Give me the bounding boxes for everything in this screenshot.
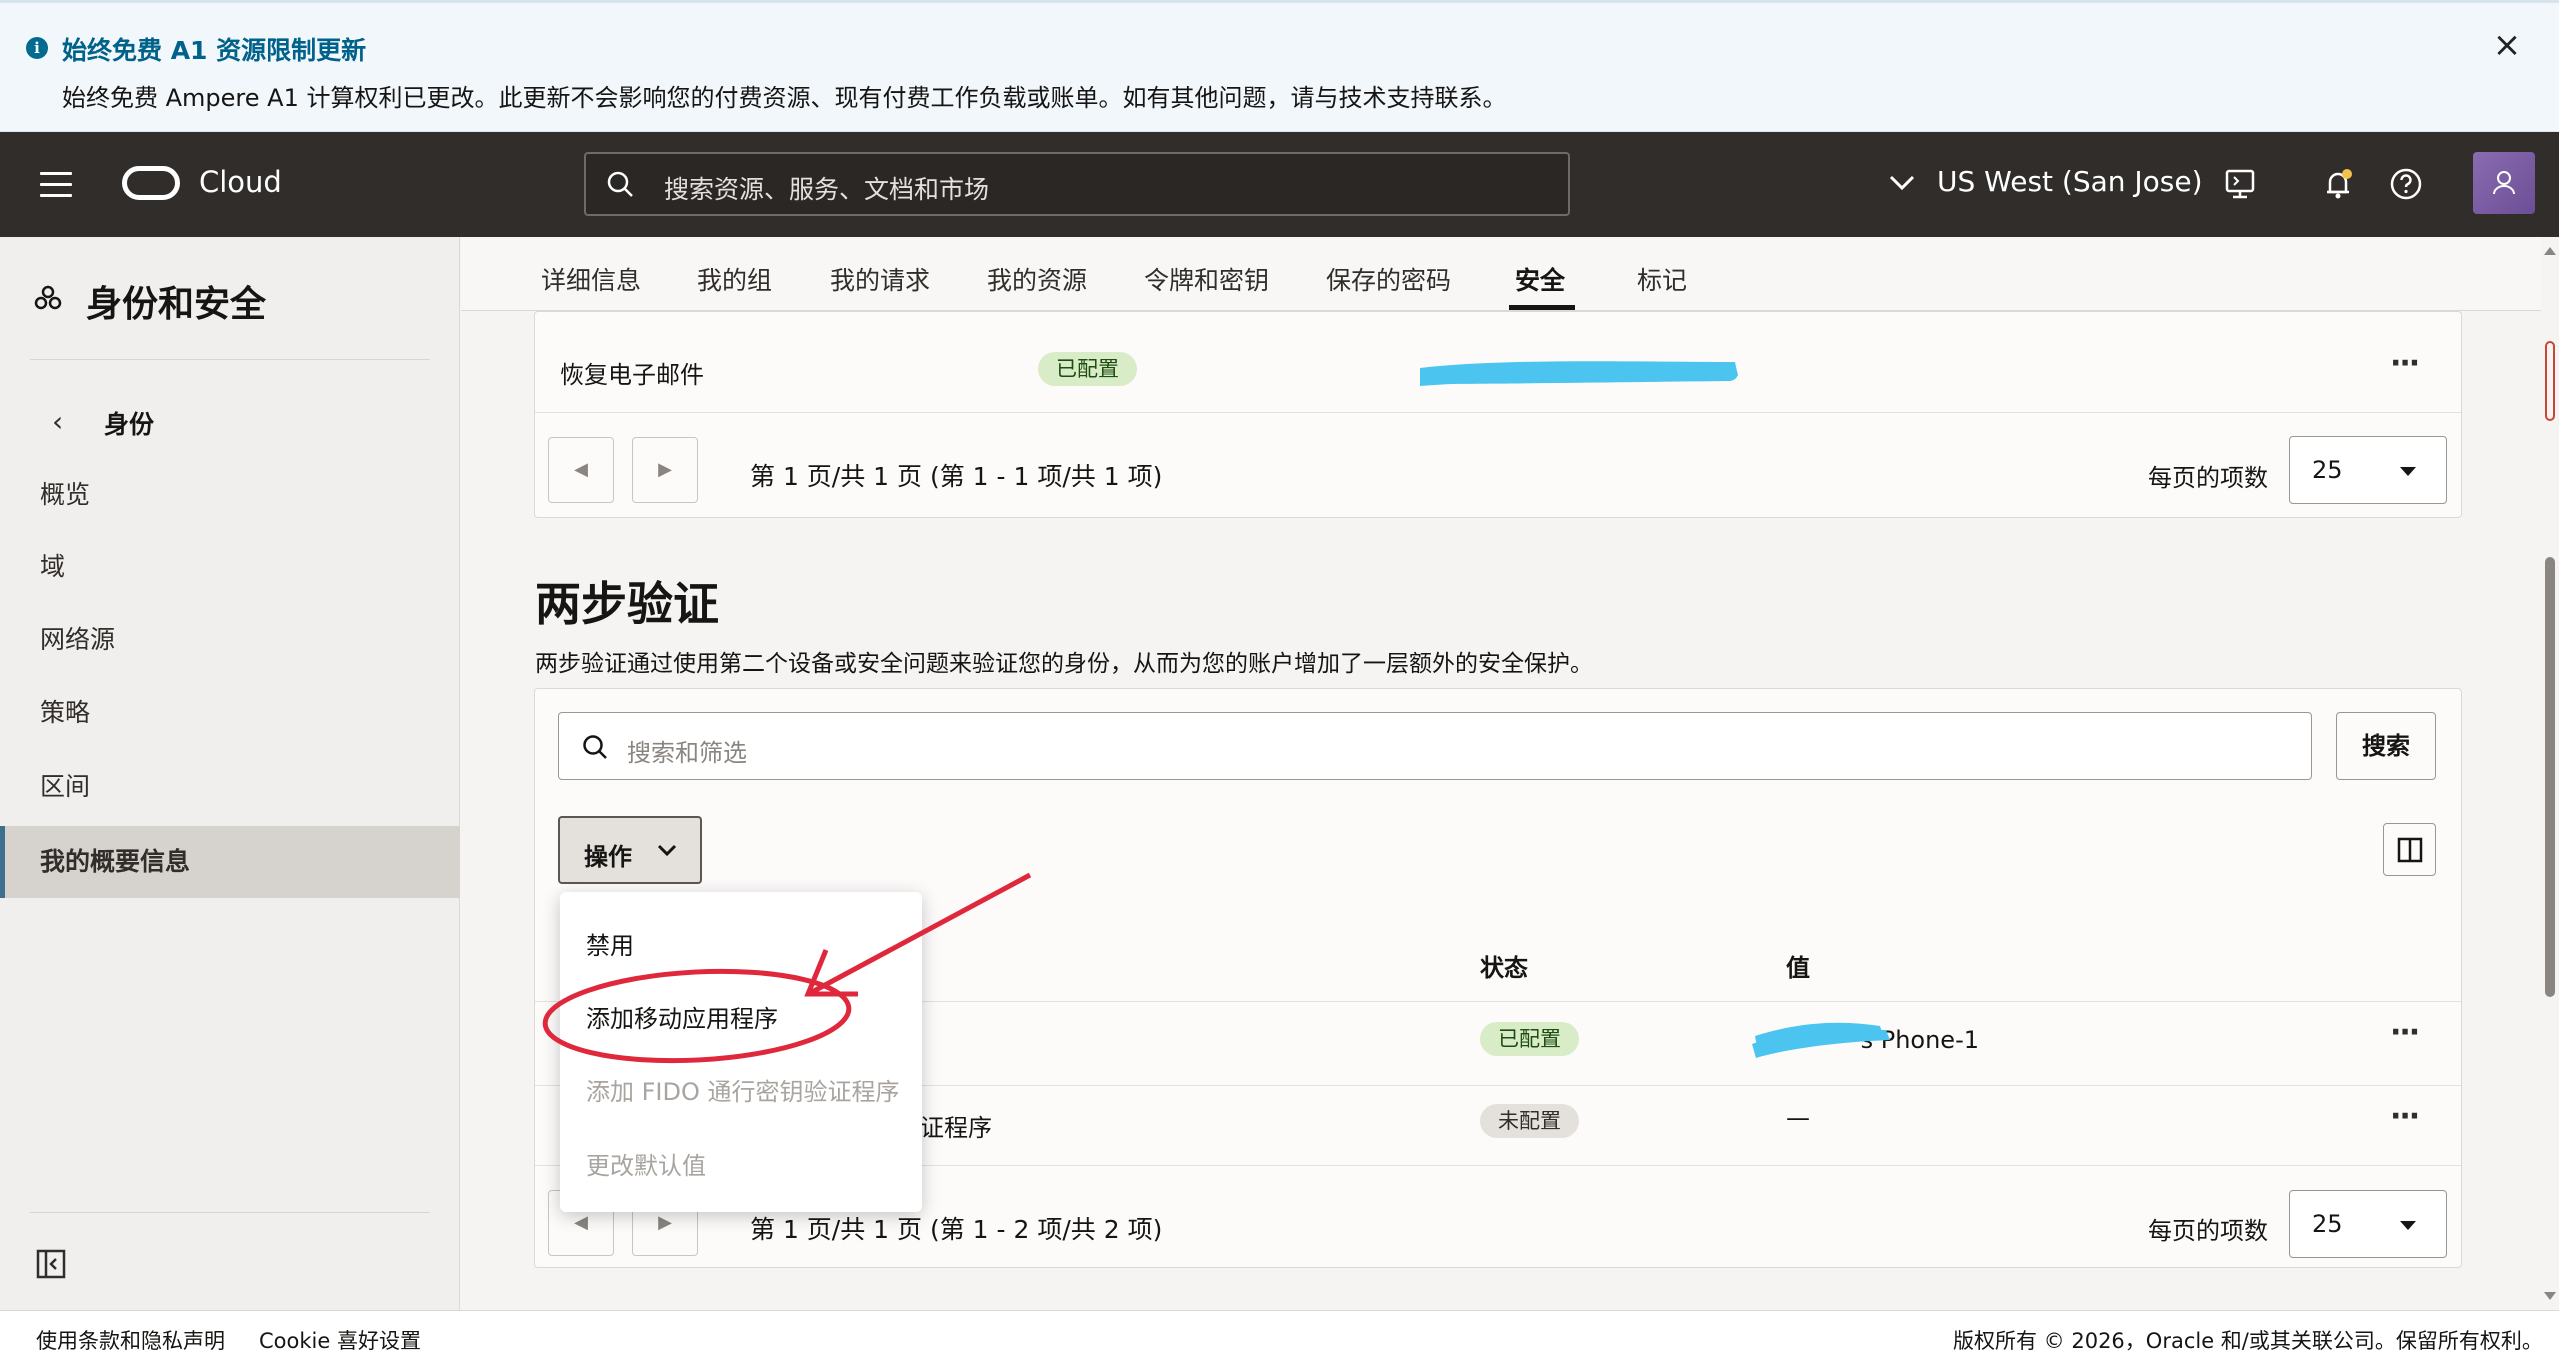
pagination-info: 第 1 页/共 1 页 (第 1 - 2 项/共 2 项) [750,1215,1163,1244]
next-page-button[interactable]: ▶ [632,437,698,503]
sidebar-item-domains[interactable]: 域 [0,531,460,603]
oracle-logo[interactable] [122,166,180,200]
sidebar-title: 身份和安全 [86,284,267,325]
more-actions-icon[interactable]: ··· [2390,346,2420,381]
announcement-banner: i 始终免费 A1 资源限制更新 始终免费 Ampere A1 计算权利已更改。… [0,0,2559,132]
dropdown-arrow-icon [2400,1221,2416,1230]
tab-my-requests[interactable]: 我的请求 [830,261,930,297]
search-button[interactable]: 搜索 [2336,712,2436,780]
section-title: 两步验证 [535,577,719,631]
menu-icon[interactable] [40,172,72,198]
scroll-marker [2545,341,2555,421]
profile-tabs: 详细信息 我的组 我的请求 我的资源 令牌和密钥 保存的密码 安全 标记 [461,237,2541,311]
close-icon[interactable]: × [2487,25,2527,65]
scroll-thumb[interactable] [2545,557,2555,997]
columns-icon [2397,837,2423,863]
row-value: — [1786,1104,1810,1132]
column-header-value[interactable]: 值 [1786,948,1810,983]
previous-page-button[interactable]: ◀ [548,437,614,503]
help-icon[interactable] [2388,166,2424,202]
banner-title: 始终免费 A1 资源限制更新 [62,36,367,65]
more-actions-icon[interactable]: ··· [2390,1015,2420,1050]
tab-my-groups[interactable]: 我的组 [697,261,772,297]
tab-details[interactable]: 详细信息 [541,261,641,297]
sidebar-item-compartments[interactable]: 区间 [0,751,460,823]
chevron-down-icon [657,844,677,857]
footer-cookie-link[interactable]: Cookie 喜好设置 [259,1325,421,1355]
dropdown-arrow-icon [2400,467,2416,476]
per-page-select[interactable]: 25 [2289,436,2447,504]
more-actions-icon[interactable]: ··· [2390,1099,2420,1134]
sidebar-parent-link[interactable]: 身份 [104,405,154,441]
sidebar-item-policies[interactable]: 策略 [0,677,460,749]
tab-security[interactable]: 安全 [1515,261,1565,297]
menu-item-add-fido: 添加 FIDO 通行密钥验证程序 [586,1078,900,1106]
sidebar-item-network-sources[interactable]: 网络源 [0,604,460,676]
pagination-info: 第 1 页/共 1 页 (第 1 - 1 项/共 1 项) [750,462,1163,491]
status-badge: 已配置 [1038,352,1137,386]
actions-menu: 禁用 添加移动应用程序 添加 FIDO 通行密钥验证程序 更改默认值 [560,892,922,1212]
tab-my-resources[interactable]: 我的资源 [987,261,1087,297]
per-page-select[interactable]: 25 [2289,1190,2447,1258]
status-badge: 未配置 [1480,1104,1579,1138]
scroll-up-arrow[interactable] [2544,247,2556,255]
search-placeholder: 搜索和筛选 [627,739,747,767]
section-description: 两步验证通过使用第二个设备或安全问题来验证您的身份，从而为您的账户增加了一层额外… [535,651,1593,677]
actions-button[interactable]: 操作 [558,816,702,884]
menu-item-add-mobile-app[interactable]: 添加移动应用程序 [586,999,778,1034]
global-search-input[interactable]: 搜索资源、服务、文档和市场 [584,152,1570,216]
chevron-down-icon[interactable] [1888,172,1916,192]
sidebar-divider [30,359,430,360]
brand-name[interactable]: Cloud [199,165,282,199]
row-value: 's Phone-1 [1854,1026,1980,1054]
sidebar-item-my-profile[interactable]: 我的概要信息 [0,826,460,898]
chevron-left-icon[interactable]: ‹ [52,405,63,438]
per-page-value: 25 [2312,456,2343,484]
bell-icon[interactable] [2320,166,2356,202]
recovery-row-label: 恢复电子邮件 [560,361,704,389]
banner-message: 始终免费 Ampere A1 计算权利已更改。此更新不会影响您的付费资源、现有付… [62,84,1507,112]
column-header-status[interactable]: 状态 [1480,948,1528,983]
status-badge: 已配置 [1480,1022,1579,1056]
collapse-sidebar-icon[interactable] [36,1249,66,1279]
footer-copyright: 版权所有 © 2026，Oracle 和/或其关联公司。保留所有权利。 [1953,1329,2543,1353]
active-tab-indicator [1509,305,1575,310]
menu-item-disable[interactable]: 禁用 [586,926,634,961]
search-icon [607,171,633,197]
footer: 使用条款和隐私声明 Cookie 喜好设置 版权所有 © 2026，Oracle… [0,1310,2559,1362]
per-page-label: 每页的项数 [2148,1217,2268,1245]
row-divider [535,412,2461,413]
footer-terms-link[interactable]: 使用条款和隐私声明 [36,1325,225,1355]
info-icon: i [26,37,48,59]
search-placeholder: 搜索资源、服务、文档和市场 [664,175,990,204]
cloud-shell-icon[interactable] [2222,166,2258,202]
page-scrollbar[interactable] [2541,237,2559,1310]
tab-tokens-keys[interactable]: 令牌和密钥 [1144,261,1269,297]
per-page-value: 25 [2312,1210,2343,1238]
tab-tags[interactable]: 标记 [1637,261,1687,297]
tab-saved-passwords[interactable]: 保存的密码 [1326,261,1451,297]
actions-label: 操作 [584,843,632,871]
search-icon [583,735,607,759]
avatar[interactable] [2473,152,2535,214]
per-page-label: 每页的项数 [2148,464,2268,492]
sidebar: 身份和安全 ‹ 身份 概览 域 网络源 策略 区间 我的概要信息 [0,237,460,1310]
row-name: 证程序 [920,1114,992,1142]
menu-item-change-default: 更改默认值 [586,1152,706,1180]
identity-icon [34,285,62,310]
sidebar-item-overview[interactable]: 概览 [0,459,460,531]
scroll-down-arrow[interactable] [2544,1292,2556,1300]
search-filter-input[interactable]: 搜索和筛选 [558,712,2312,780]
columns-button[interactable] [2383,823,2436,876]
top-header: Cloud 搜索资源、服务、文档和市场 US West (San Jose) [0,132,2559,237]
sidebar-divider [30,1212,430,1213]
region-selector[interactable]: US West (San Jose) [1937,165,2203,198]
